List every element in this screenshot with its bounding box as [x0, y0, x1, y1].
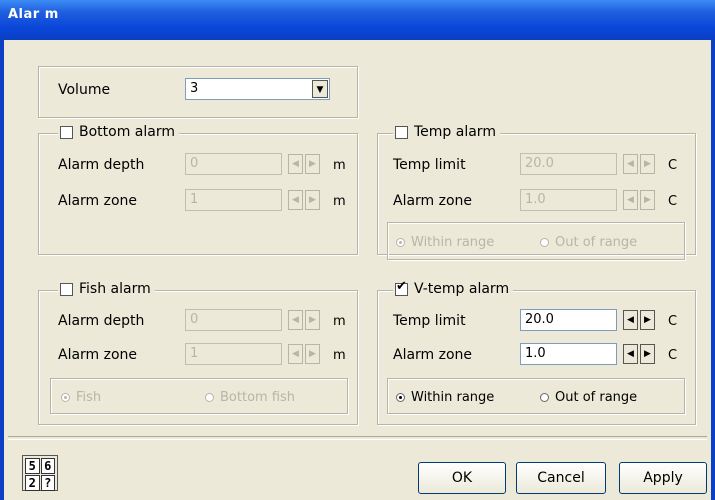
volume-label: Volume [58, 82, 111, 98]
vtemp-limit-spinner[interactable]: ◀ ▶ [623, 310, 657, 330]
bottom-depth-spinner[interactable]: ◀ ▶ [288, 154, 322, 174]
radio-icon[interactable] [396, 393, 405, 402]
bottom-depth-unit: m [333, 158, 346, 173]
arrow-left-icon[interactable]: ◀ [623, 310, 638, 330]
fish-depth-field[interactable]: 0 [185, 309, 282, 331]
keypad-digit: 2 [25, 475, 40, 491]
arrow-right-icon[interactable]: ▶ [640, 190, 655, 210]
radio-icon[interactable] [540, 238, 549, 247]
fish-zone-field[interactable]: 1 [185, 343, 282, 365]
vtemp-limit-field[interactable]: 20.0 [520, 309, 617, 331]
fish-radio[interactable]: Fish [61, 390, 101, 405]
fish-depth-unit: m [333, 314, 346, 329]
checkbox-icon[interactable]: ✔ [395, 278, 408, 296]
temp-limit-field[interactable]: 20.0 [520, 153, 617, 175]
fish-alarm-title: Fish alarm [79, 281, 151, 297]
arrow-left-icon[interactable]: ◀ [288, 310, 303, 330]
vtemp-within-range-label: Within range [411, 390, 495, 405]
temp-out-of-range-radio[interactable]: Out of range [540, 235, 637, 250]
vtemp-zone-field[interactable]: 1.0 [520, 343, 617, 365]
arrow-left-icon[interactable]: ◀ [623, 344, 638, 364]
arrow-right-icon[interactable]: ▶ [305, 344, 320, 364]
apply-button[interactable]: Apply [619, 462, 707, 494]
arrow-right-icon[interactable]: ▶ [640, 154, 655, 174]
bottom-fish-radio-label: Bottom fish [220, 390, 296, 405]
temp-zone-spinner[interactable]: ◀ ▶ [623, 190, 657, 210]
temp-alarm-checkbox[interactable]: Temp alarm [393, 124, 500, 140]
window-title: Alar m [8, 7, 59, 22]
temp-limit-unit: C [668, 158, 678, 173]
arrow-right-icon[interactable]: ▶ [305, 154, 320, 174]
dropdown-arrow-icon[interactable]: ▼ [312, 80, 328, 98]
temp-zone-unit: C [668, 194, 678, 209]
temp-limit-label: Temp limit [393, 157, 466, 173]
vtemp-within-range-radio[interactable]: Within range [396, 390, 494, 405]
bottom-zone-spinner[interactable]: ◀ ▶ [288, 190, 322, 210]
arrow-left-icon[interactable]: ◀ [288, 344, 303, 364]
arrow-left-icon[interactable]: ◀ [623, 154, 638, 174]
bottom-zone-unit: m [333, 194, 346, 209]
radio-icon[interactable] [61, 393, 70, 402]
arrow-right-icon[interactable]: ▶ [305, 190, 320, 210]
vtemp-limit-unit: C [668, 314, 678, 329]
checkbox-icon[interactable] [60, 282, 73, 296]
checkmark-icon: ✔ [396, 278, 407, 294]
arrow-right-icon[interactable]: ▶ [640, 310, 655, 330]
volume-value: 3 [190, 81, 199, 96]
keypad-digit: 6 [40, 458, 55, 474]
vtemp-zone-unit: C [668, 348, 678, 363]
keypad-help-icon[interactable]: 5 6 2 ? [22, 455, 58, 491]
arrow-right-icon[interactable]: ▶ [305, 310, 320, 330]
alarm-dialog: Alar m Volume 3 ▼ Bottom alarm Alarm dep… [0, 0, 715, 500]
window-frame-right [711, 40, 715, 500]
footer-divider [8, 436, 707, 440]
fish-radio-label: Fish [76, 390, 102, 405]
fish-depth-label: Alarm depth [58, 313, 145, 329]
fish-alarm-checkbox[interactable]: Fish alarm [58, 281, 155, 297]
bottom-depth-label: Alarm depth [58, 157, 145, 173]
vtemp-alarm-checkbox[interactable]: ✔ V-temp alarm [393, 278, 514, 297]
temp-alarm-title: Temp alarm [414, 124, 496, 140]
vtemp-out-of-range-radio[interactable]: Out of range [540, 390, 637, 405]
vtemp-limit-label: Temp limit [393, 313, 466, 329]
title-bar[interactable]: Alar m [0, 0, 715, 40]
vtemp-alarm-title: V-temp alarm [414, 281, 510, 297]
bottom-alarm-title: Bottom alarm [79, 124, 175, 140]
window-frame-left [0, 40, 4, 500]
checkbox-icon[interactable] [60, 125, 73, 139]
radio-icon[interactable] [205, 393, 214, 402]
checkbox-icon[interactable] [395, 125, 408, 139]
bottom-depth-field[interactable]: 0 [185, 153, 282, 175]
bottom-fish-radio[interactable]: Bottom fish [205, 390, 295, 405]
temp-within-range-label: Within range [411, 235, 495, 250]
temp-zone-field[interactable]: 1.0 [520, 189, 617, 211]
temp-within-range-radio[interactable]: Within range [396, 235, 494, 250]
arrow-left-icon[interactable]: ◀ [623, 190, 638, 210]
radio-icon[interactable] [540, 393, 549, 402]
temp-out-of-range-label: Out of range [555, 235, 638, 250]
fish-zone-spinner[interactable]: ◀ ▶ [288, 344, 322, 364]
cancel-button[interactable]: Cancel [516, 462, 606, 494]
bottom-zone-label: Alarm zone [58, 193, 138, 209]
bottom-alarm-checkbox[interactable]: Bottom alarm [58, 124, 179, 140]
temp-zone-label: Alarm zone [393, 193, 473, 209]
vtemp-zone-spinner[interactable]: ◀ ▶ [623, 344, 657, 364]
radio-icon[interactable] [396, 238, 405, 247]
arrow-left-icon[interactable]: ◀ [288, 190, 303, 210]
fish-zone-label: Alarm zone [58, 347, 138, 363]
ok-button[interactable]: OK [418, 462, 506, 494]
vtemp-zone-label: Alarm zone [393, 347, 473, 363]
temp-limit-spinner[interactable]: ◀ ▶ [623, 154, 657, 174]
bottom-zone-field[interactable]: 1 [185, 189, 282, 211]
keypad-digit: 5 [25, 458, 40, 474]
arrow-left-icon[interactable]: ◀ [288, 154, 303, 174]
volume-select[interactable]: 3 ▼ [185, 78, 330, 100]
keypad-digit: ? [40, 475, 55, 491]
fish-zone-unit: m [333, 348, 346, 363]
fish-depth-spinner[interactable]: ◀ ▶ [288, 310, 322, 330]
vtemp-out-of-range-label: Out of range [555, 390, 638, 405]
arrow-right-icon[interactable]: ▶ [640, 344, 655, 364]
